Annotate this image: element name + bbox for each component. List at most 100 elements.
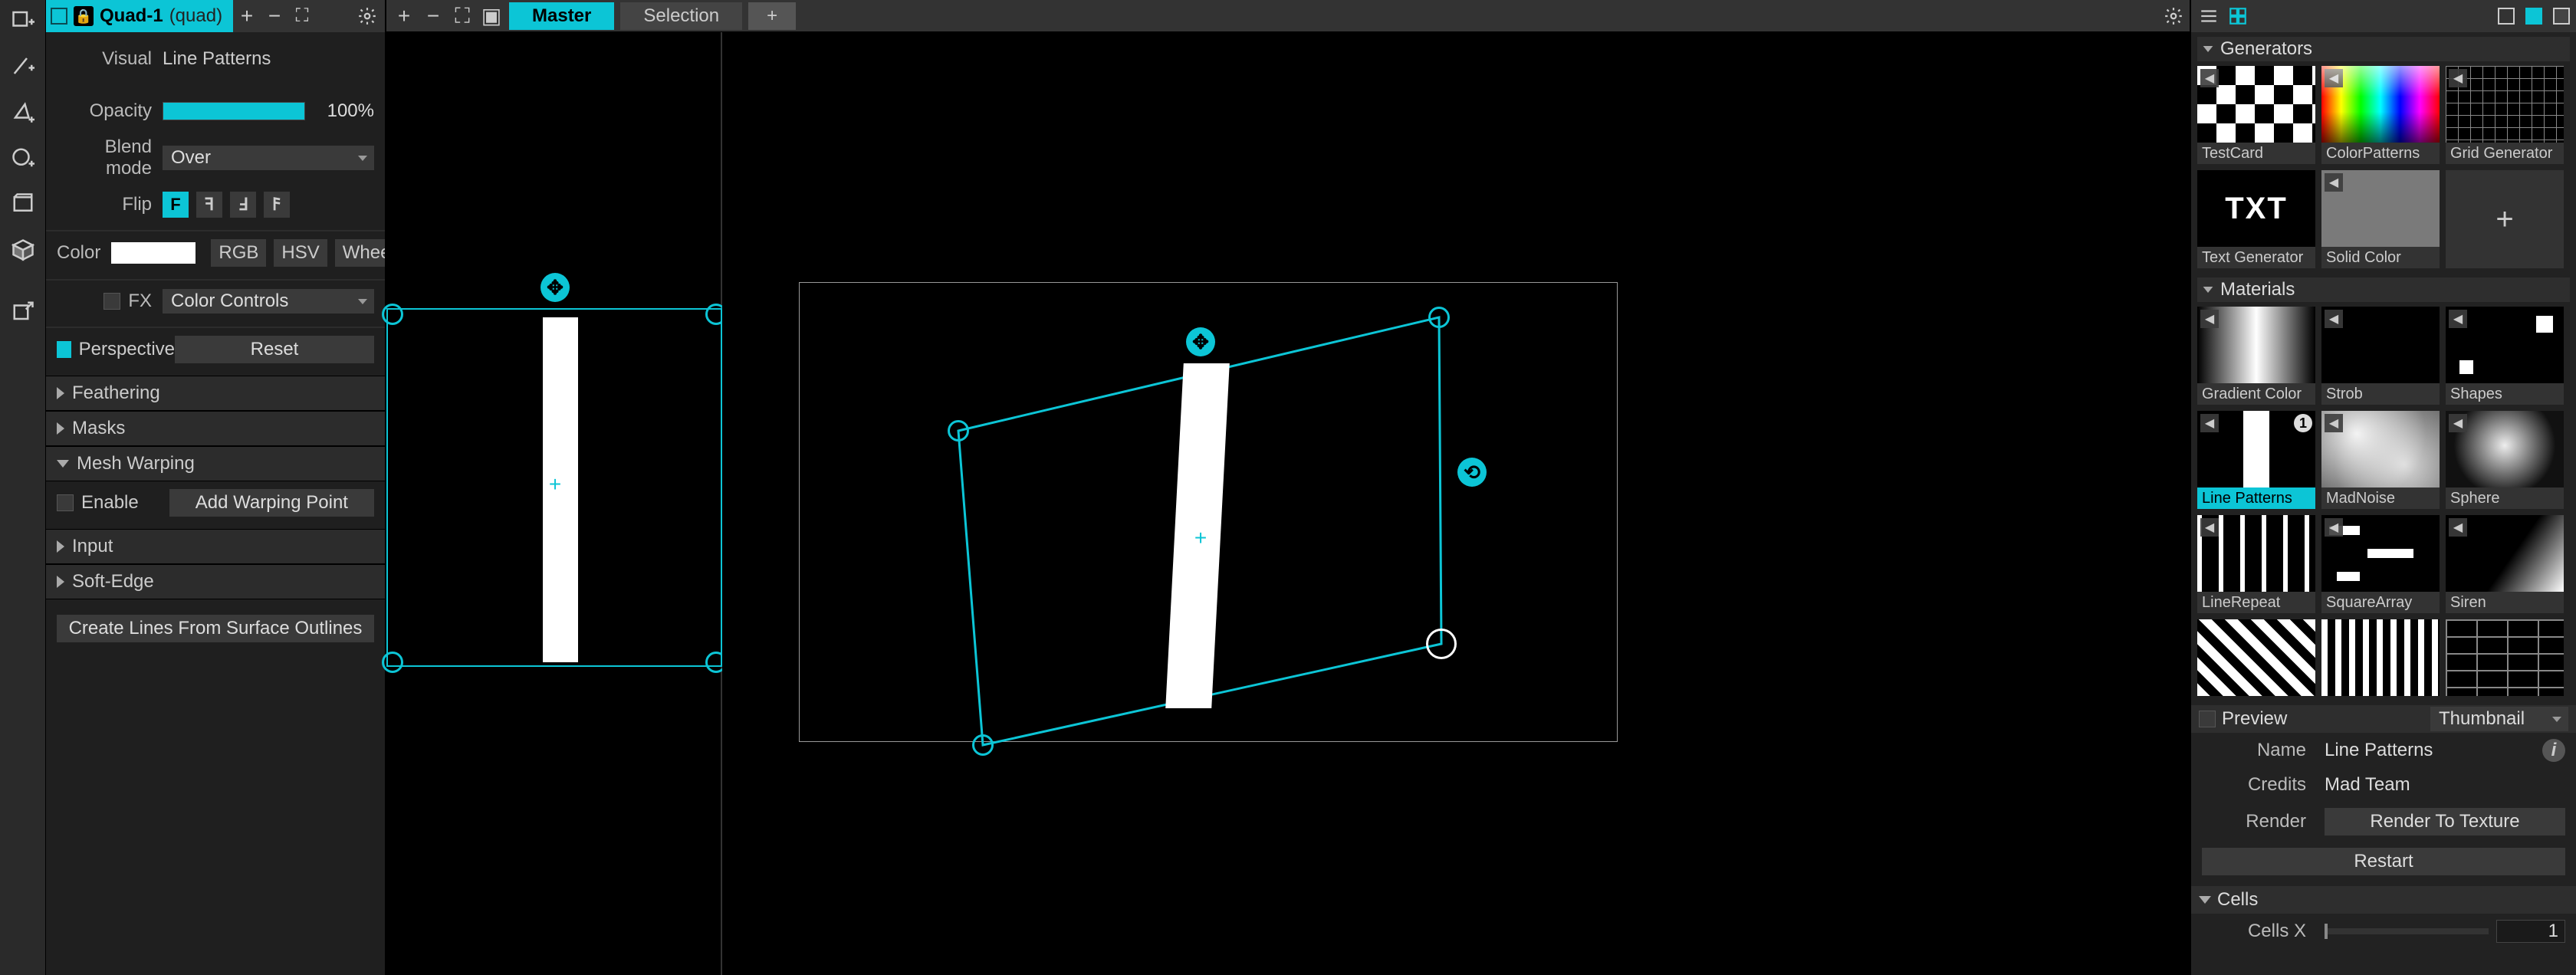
surface-tab-active[interactable]: 🔒 Quad-1 (quad) (46, 0, 233, 32)
create-lines-button[interactable]: Create Lines From Surface Outlines (57, 615, 374, 642)
fx-label: FX (128, 291, 152, 312)
move-handle-icon[interactable]: ✥ (540, 273, 570, 302)
grid-view-icon[interactable] (2226, 5, 2249, 28)
blend-mode-dropdown[interactable]: Over (163, 146, 374, 170)
vp-fullscreen-icon[interactable]: ⛶ (451, 5, 474, 28)
vp-add-icon[interactable]: + (393, 5, 416, 28)
restart-button[interactable]: Restart (2202, 848, 2565, 875)
surface-name: Quad-1 (100, 5, 163, 27)
vp-fit-icon[interactable]: ▣ (480, 5, 503, 28)
flip-v-button[interactable]: Ⅎ (230, 192, 256, 218)
flip-none-button[interactable]: F (163, 192, 189, 218)
material-squarearray[interactable]: ◀SquareArray (2321, 515, 2440, 613)
tab-maximize-icon[interactable]: ⛶ (288, 5, 316, 27)
tool-add-quad[interactable] (8, 5, 38, 35)
generators-header[interactable]: Generators (2197, 37, 2570, 61)
tool-add-line[interactable] (8, 51, 38, 81)
rotate-handle-icon[interactable]: ⟲ (1457, 458, 1487, 487)
material-linerepeat[interactable]: ◀LineRepeat (2197, 515, 2315, 613)
rgb-button[interactable]: RGB (211, 239, 266, 267)
viewport-master[interactable]: ✥ ⟲ + (722, 32, 2190, 975)
tool-import[interactable] (8, 296, 38, 327)
lock-icon[interactable]: 🔒 (74, 6, 94, 26)
tool-screen[interactable] (8, 189, 38, 219)
preview-checkbox[interactable] (2199, 711, 2216, 727)
section-masks[interactable]: Masks (46, 411, 385, 446)
gear-icon[interactable] (357, 6, 377, 26)
flip-hv-button[interactable]: 𐌅 (264, 192, 290, 218)
tab-add[interactable]: + (748, 2, 796, 30)
material-extra-bricks[interactable] (2446, 619, 2564, 696)
generator-colorpatterns[interactable]: ◀ColorPatterns (2321, 66, 2440, 164)
tab-add[interactable]: + (233, 4, 261, 28)
visual-value: Line Patterns (163, 48, 271, 70)
enable-label: Enable (81, 492, 139, 514)
info-icon[interactable]: i (2542, 739, 2565, 762)
opacity-slider[interactable] (163, 102, 305, 120)
tab-remove[interactable]: − (261, 4, 288, 28)
chevron-left-icon: ◀ (2325, 518, 2343, 537)
color-swatch[interactable] (111, 242, 196, 264)
generator-textgenerator[interactable]: TXTText Generator (2197, 170, 2315, 268)
media-browser: Generators ◀TestCard ◀ColorPatterns ◀Gri… (2190, 0, 2576, 975)
section-mesh-warping[interactable]: Mesh Warping (46, 446, 385, 481)
window-restore[interactable] (2525, 8, 2542, 25)
materials-header[interactable]: Materials (2197, 277, 2570, 302)
preview-mode-dropdown[interactable]: Thumbnail (2430, 707, 2568, 731)
tool-add-triangle[interactable] (8, 97, 38, 127)
chevron-left-icon: ◀ (2449, 414, 2467, 432)
reset-button[interactable]: Reset (175, 336, 374, 363)
meshwarp-enable-checkbox[interactable] (57, 494, 74, 511)
chevron-left-icon: ◀ (2449, 518, 2467, 537)
section-input[interactable]: Input (46, 529, 385, 564)
inspector-panel: 🔒 Quad-1 (quad) + − ⛶ Visual Line Patter… (46, 0, 386, 975)
material-extra-diag[interactable] (2197, 619, 2315, 696)
generator-gridgenerator[interactable]: ◀Grid Generator (2446, 66, 2564, 164)
media-credits: Mad Team (2325, 774, 2565, 796)
cellsx-field[interactable]: 1 (2496, 920, 2565, 943)
hsv-button[interactable]: HSV (274, 239, 327, 267)
chevron-left-icon: ◀ (2200, 414, 2219, 432)
window-close[interactable] (2553, 8, 2570, 25)
wheel-button[interactable]: Wheel (335, 239, 385, 267)
list-view-icon[interactable] (2197, 5, 2220, 28)
section-soft-edge[interactable]: Soft-Edge (46, 564, 385, 599)
material-gradient-color[interactable]: ◀Gradient Color (2197, 307, 2315, 405)
tab-selection[interactable]: Selection (620, 2, 742, 30)
move-handle-icon[interactable]: ✥ (1186, 327, 1215, 356)
section-feathering[interactable]: Feathering (46, 376, 385, 411)
tab-master[interactable]: Master (509, 2, 614, 30)
tool-cube[interactable] (8, 235, 38, 265)
material-shapes[interactable]: ◀Shapes (2446, 307, 2564, 405)
material-strob[interactable]: ◀Strob (2321, 307, 2440, 405)
window-minimize[interactable] (2498, 8, 2515, 25)
material-sphere[interactable]: ◀Sphere (2446, 411, 2564, 509)
fx-dropdown[interactable]: Color Controls (163, 289, 374, 314)
viewport-preview[interactable]: ✥ + (386, 32, 722, 975)
material-siren[interactable]: ◀Siren (2446, 515, 2564, 613)
material-extra-vbars[interactable] (2321, 619, 2440, 696)
media-name: Line Patterns (2325, 740, 2535, 761)
fx-enable-checkbox[interactable] (104, 293, 120, 310)
chevron-left-icon: ◀ (2325, 414, 2343, 432)
surface-color-swatch (51, 8, 67, 25)
material-line-patterns[interactable]: ◀1Line Patterns (2197, 411, 2315, 509)
viewport-tab-bar: + − ⛶ ▣ Master Selection + (386, 0, 2190, 32)
section-cells[interactable]: Cells (2191, 886, 2576, 914)
opacity-value: 100% (313, 100, 374, 122)
generator-add[interactable]: + (2446, 170, 2564, 268)
flip-h-button[interactable]: ꟻ (196, 192, 222, 218)
generator-solidcolor[interactable]: ◀Solid Color (2321, 170, 2440, 268)
opacity-label: Opacity (57, 100, 163, 122)
chevron-left-icon: ◀ (2449, 69, 2467, 87)
chevron-left-icon: ◀ (2325, 310, 2343, 328)
viewport-gear-icon[interactable] (2164, 6, 2183, 26)
browser-toolbar (2191, 0, 2576, 32)
generator-testcard[interactable]: ◀TestCard (2197, 66, 2315, 164)
material-madnoise[interactable]: ◀MadNoise (2321, 411, 2440, 509)
vp-remove-icon[interactable]: − (422, 5, 445, 28)
add-warping-point-button[interactable]: Add Warping Point (169, 489, 374, 517)
perspective-checkbox[interactable] (57, 341, 71, 358)
render-to-texture-button[interactable]: Render To Texture (2325, 808, 2565, 835)
tool-add-circle[interactable] (8, 143, 38, 173)
